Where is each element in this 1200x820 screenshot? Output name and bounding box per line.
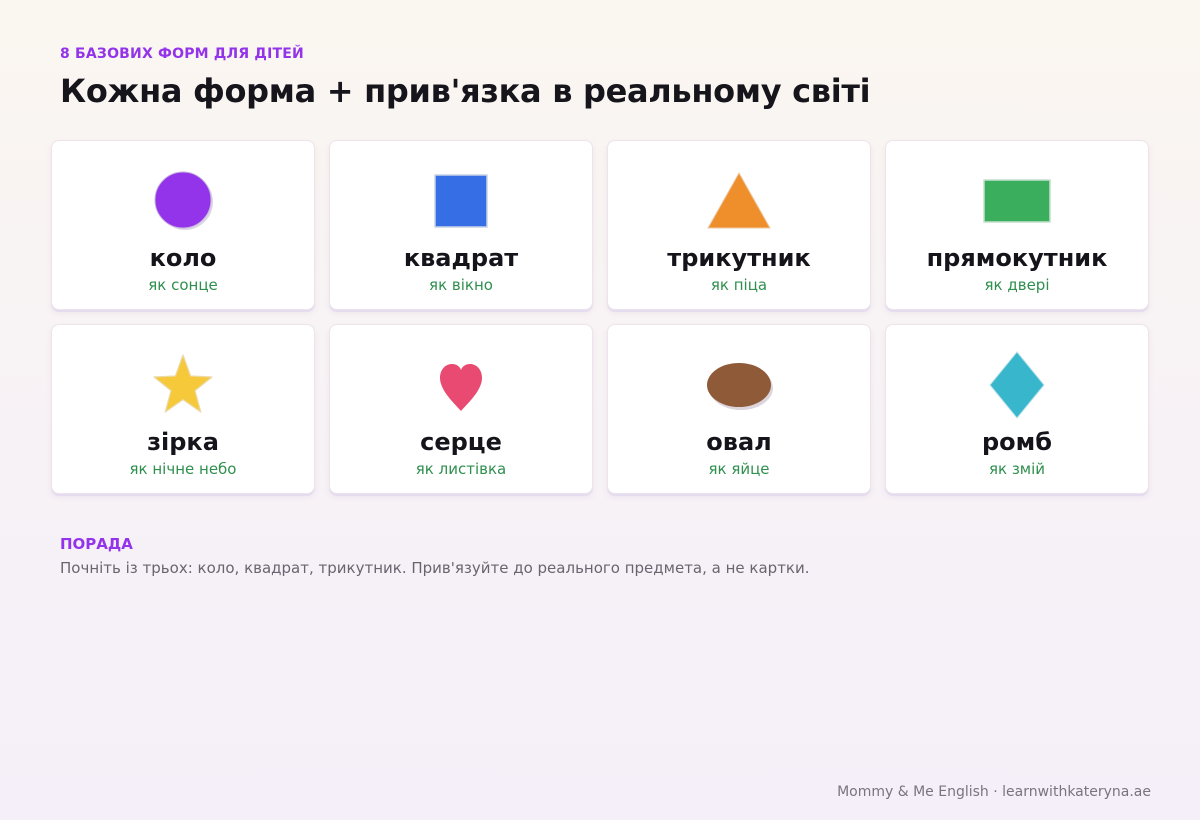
shape-name: прямокутник bbox=[926, 244, 1108, 272]
shape-card-star: зірка як нічне небо bbox=[51, 324, 315, 494]
rectangle-icon bbox=[983, 179, 1051, 223]
shape-card-circle: коло як сонце bbox=[51, 140, 315, 310]
page-eyebrow: 8 БАЗОВИХ ФОРМ ДЛЯ ДІТЕЙ bbox=[60, 46, 304, 62]
shape-example: як вікно bbox=[429, 276, 493, 294]
shape-card-diamond: ромб як змій bbox=[885, 324, 1149, 494]
shape-name: зірка bbox=[147, 428, 219, 456]
shape-card-square: квадрат як вікно bbox=[329, 140, 593, 310]
triangle-icon bbox=[707, 171, 771, 229]
star-icon bbox=[153, 354, 213, 413]
footer-credit: Mommy & Me English · learnwithkateryna.a… bbox=[837, 784, 1151, 800]
shapes-grid: коло як сонце квадрат як вікно трикутник… bbox=[51, 140, 1149, 494]
shape-name: овал bbox=[706, 428, 772, 456]
heart-icon bbox=[440, 364, 482, 411]
shape-example: як нічне небо bbox=[129, 460, 237, 478]
shape-example: як піца bbox=[710, 276, 768, 294]
shape-example: як двері bbox=[984, 276, 1050, 294]
page-title: Кожна форма + прив'язка в реальному світ… bbox=[60, 72, 871, 110]
shape-name: ромб bbox=[981, 428, 1053, 456]
circle-icon bbox=[154, 171, 213, 230]
shape-name: коло bbox=[149, 244, 217, 272]
shape-card-triangle: трикутник як піца bbox=[607, 140, 871, 310]
tip-label: ПОРАДА bbox=[60, 535, 133, 553]
shape-example: як яйце bbox=[708, 460, 770, 478]
shape-example: як листівка bbox=[415, 460, 507, 478]
diamond-icon bbox=[989, 351, 1045, 419]
oval-icon bbox=[707, 363, 773, 410]
shape-name: серце bbox=[420, 428, 502, 456]
shape-name: квадрат bbox=[403, 244, 519, 272]
shape-name: трикутник bbox=[667, 244, 811, 272]
shape-card-rectangle: прямокутник як двері bbox=[885, 140, 1149, 310]
shape-example: як змій bbox=[988, 460, 1046, 478]
shape-example: як сонце bbox=[148, 276, 218, 294]
shape-card-oval: овал як яйце bbox=[607, 324, 871, 494]
shape-card-heart: серце як листівка bbox=[329, 324, 593, 494]
tip-text: Почніть із трьох: коло, квадрат, трикутн… bbox=[60, 559, 810, 577]
square-icon bbox=[434, 174, 488, 228]
